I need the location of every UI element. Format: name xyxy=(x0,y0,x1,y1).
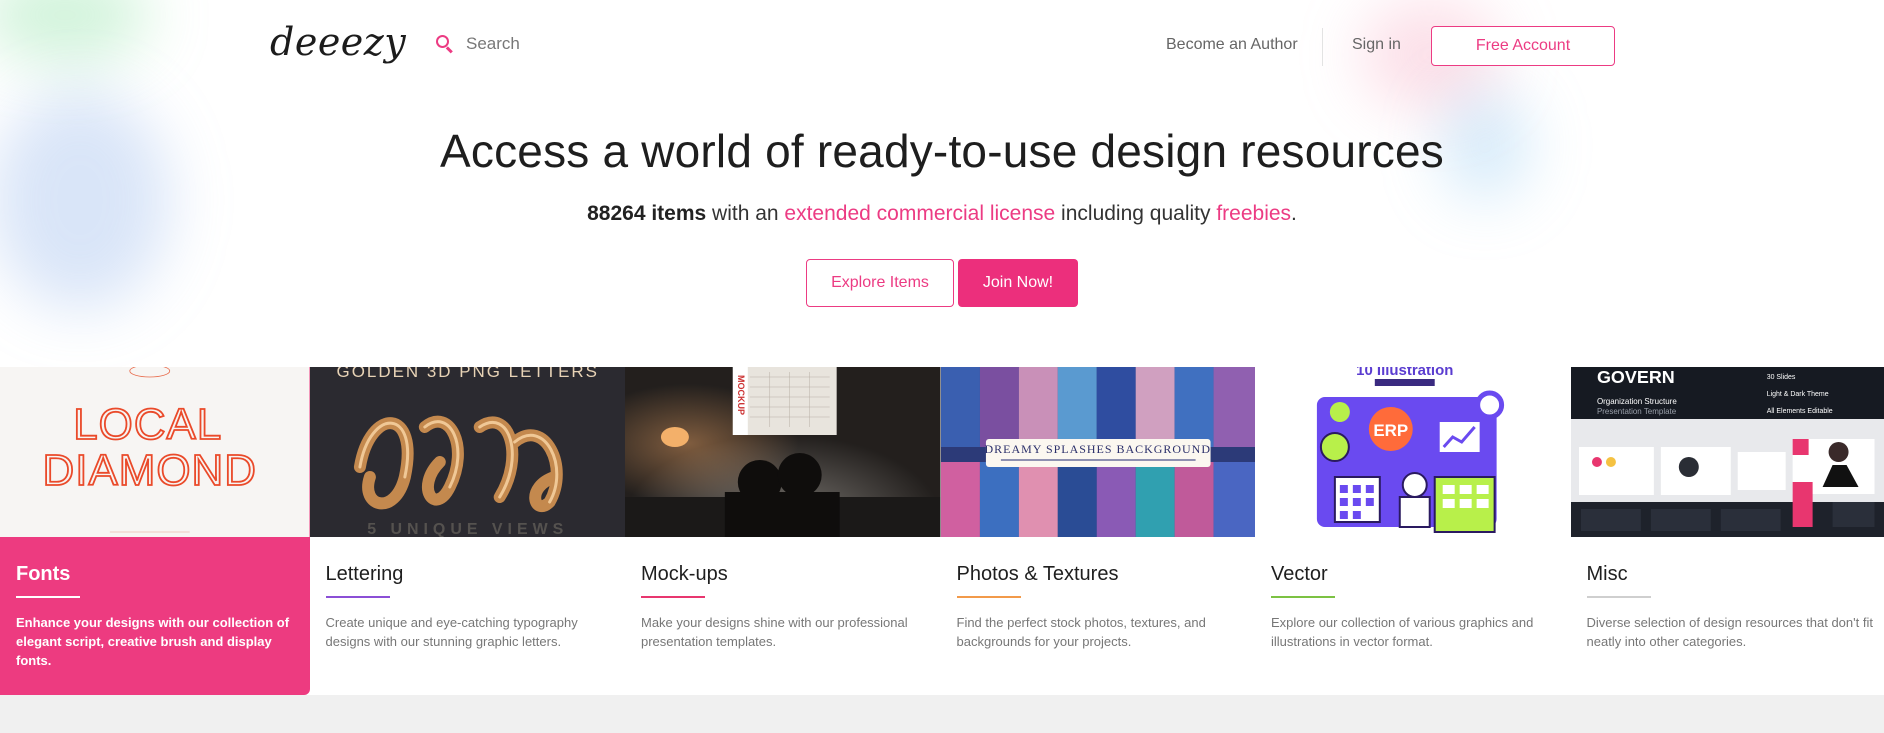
thumb-text: 5 UNIQUE VIEWS xyxy=(367,521,568,537)
misc-thumbnail: GOVERN Organization Structure Presentati… xyxy=(1570,367,1884,537)
category-card-misc[interactable]: GOVERN Organization Structure Presentati… xyxy=(1570,367,1884,695)
items-count: 88264 items xyxy=(587,202,707,225)
thumb-text: All Elements Editable xyxy=(1766,408,1832,415)
category-description: Create unique and eye-catching typograph… xyxy=(325,615,578,649)
search-icon xyxy=(436,35,454,54)
thumb-text: DREAMY SPLASHES BACKGROUND xyxy=(984,442,1210,456)
hero-subtitle: 88264 items with an extended commercial … xyxy=(0,202,1884,226)
hero-title: Access a world of ready-to-use design re… xyxy=(440,125,1444,177)
category-underline xyxy=(16,596,80,598)
subtitle-text: including quality xyxy=(1055,202,1217,225)
nav-divider xyxy=(1322,28,1323,66)
footer-band xyxy=(0,695,1884,733)
category-card-mockups[interactable]: MOCKUP Mock-ups Make your designs shine … xyxy=(625,367,941,695)
category-title[interactable]: Photos & Textures xyxy=(957,563,1119,586)
category-title[interactable]: Mock-ups xyxy=(641,563,728,586)
become-author-link[interactable]: Become an Author xyxy=(1166,36,1298,54)
category-underline xyxy=(1271,596,1335,598)
category-cards: LOCAL DIAMOND Fonts Enhance your designs… xyxy=(0,367,1884,695)
category-card-photos-textures[interactable]: DREAMY SPLASHES BACKGROUND Photos & Text… xyxy=(940,367,1255,695)
category-title[interactable]: Vector xyxy=(1271,563,1328,586)
category-description: Make your designs shine with our profess… xyxy=(641,615,908,649)
category-card-fonts[interactable]: LOCAL DIAMOND Fonts Enhance your designs… xyxy=(0,367,310,695)
category-title[interactable]: Fonts xyxy=(16,563,70,586)
thumb-text: Organization Structure xyxy=(1596,397,1676,406)
category-description: Enhance your designs with our collection… xyxy=(16,615,290,668)
license-link[interactable]: extended commercial license xyxy=(784,202,1055,225)
category-underline xyxy=(1586,596,1651,598)
subtitle-text: with an xyxy=(706,202,785,225)
category-underline xyxy=(641,596,705,598)
fonts-thumbnail: LOCAL DIAMOND xyxy=(0,367,310,537)
site-logo[interactable]: deeezy xyxy=(270,20,406,64)
decorative-blur-blue xyxy=(0,90,170,310)
thumb-text: Presentation Template xyxy=(1596,407,1676,416)
search-bar[interactable] xyxy=(436,34,686,54)
hero-buttons: Explore Items Join Now! xyxy=(806,259,1078,307)
category-card-lettering[interactable]: GOLDEN 3D PNG LETTERS 5 UNIQUE VIEWS Let… xyxy=(309,367,625,695)
thumb-text: LOCAL xyxy=(73,400,222,449)
thumb-text: GOLDEN 3D PNG LETTERS xyxy=(336,367,598,381)
search-input[interactable] xyxy=(466,34,686,54)
thumb-text: ERP xyxy=(1373,421,1408,440)
category-card-vector[interactable]: 10 Illustration ERP Vector Explore our c… xyxy=(1255,367,1571,695)
photos-textures-thumbnail: DREAMY SPLASHES BACKGROUND xyxy=(940,367,1255,537)
vector-thumbnail: 10 Illustration ERP xyxy=(1255,367,1571,537)
thumb-text: Light & Dark Theme xyxy=(1766,391,1828,398)
sign-in-link[interactable]: Sign in xyxy=(1352,36,1401,54)
category-title[interactable]: Lettering xyxy=(326,563,404,586)
join-now-button[interactable]: Join Now! xyxy=(958,259,1078,307)
category-title[interactable]: Misc xyxy=(1587,563,1628,586)
category-description: Diverse selection of design resources th… xyxy=(1586,615,1873,649)
category-underline xyxy=(325,596,390,598)
lettering-thumbnail: GOLDEN 3D PNG LETTERS 5 UNIQUE VIEWS xyxy=(309,367,625,537)
mockups-thumbnail: MOCKUP xyxy=(625,367,941,537)
thumb-text: DIAMOND xyxy=(43,446,257,495)
subtitle-end: . xyxy=(1291,202,1297,225)
site-header: deeezy Become an Author Sign in Free Acc… xyxy=(0,0,1884,92)
category-underline xyxy=(956,596,1021,598)
free-account-button[interactable]: Free Account xyxy=(1431,26,1615,66)
explore-items-button[interactable]: Explore Items xyxy=(806,259,954,307)
thumb-text: MOCKUP xyxy=(736,375,746,415)
category-description: Find the perfect stock photos, textures,… xyxy=(956,615,1206,649)
thumb-text: GOVERN xyxy=(1596,367,1674,387)
category-description: Explore our collection of various graphi… xyxy=(1271,615,1534,649)
freebies-link[interactable]: freebies xyxy=(1216,202,1291,225)
thumb-text: 10 Illustration xyxy=(1356,367,1453,379)
thumb-text: 30 Slides xyxy=(1766,374,1795,381)
